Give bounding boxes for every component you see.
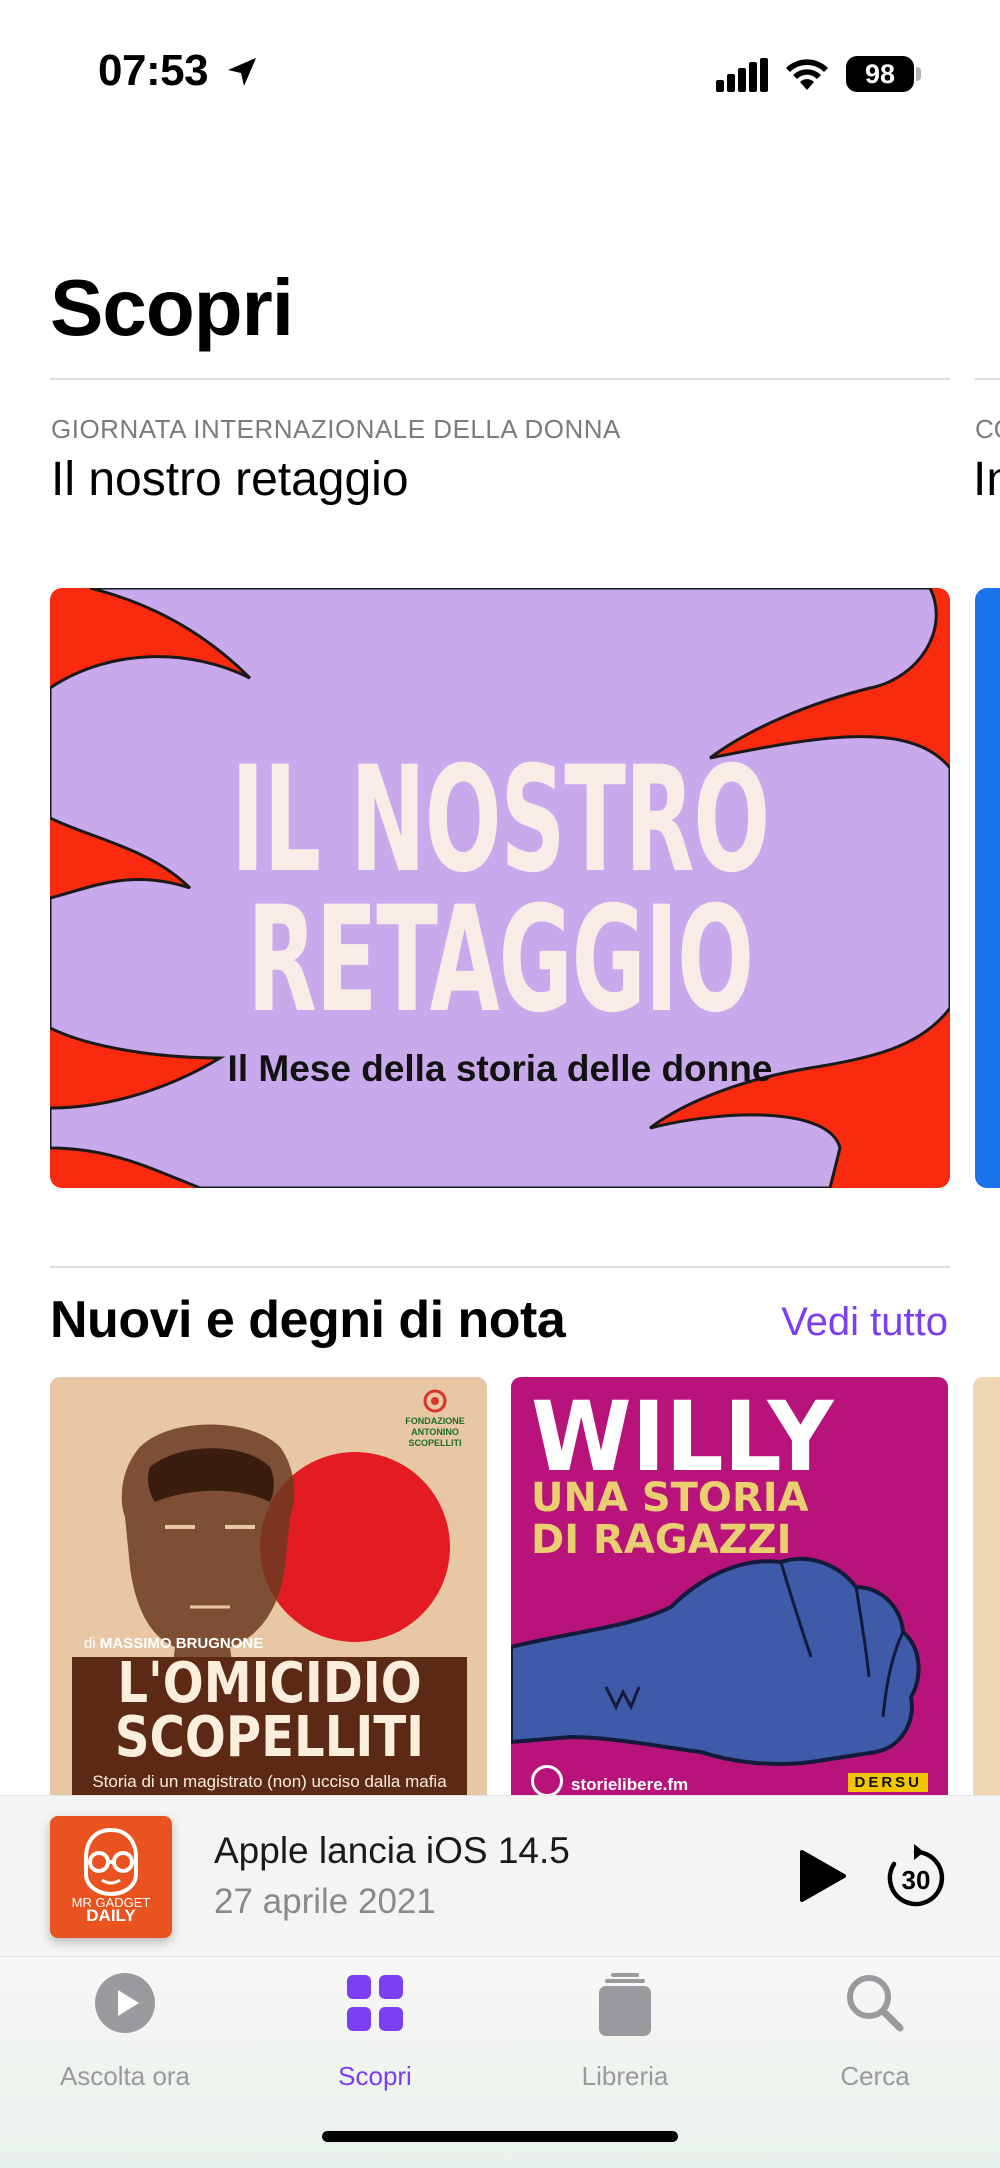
card-footer: storielibere.fm [571,1775,689,1794]
podcast-card-peek[interactable] [973,1377,1000,1797]
play-button[interactable] [796,1848,848,1904]
foundation-logo-line2: ANTONINO [411,1427,459,1437]
title-divider-peek [975,378,1000,380]
skip-forward-30-button[interactable]: 30 [884,1842,948,1908]
mini-player[interactable]: MR GADGET DAILY Apple lancia iOS 14.5 27… [0,1795,1000,1957]
card-title: L'OMICIDIO SCOPELLITI [100,1651,440,1770]
featured-banner[interactable]: IL NOSTRO RETAGGIO Il Mese della storia … [50,588,950,1188]
battery-indicator: 98 [846,56,914,92]
mr-gadget-face-icon [84,1827,138,1897]
card-subtitle: Storia di un magistrato (non) ucciso dal… [92,1772,447,1791]
next-featured-banner[interactable] [975,588,1000,1188]
foundation-logo-line1: FONDAZIONE [405,1416,465,1426]
section-divider [50,1266,950,1268]
banner-headline: IL NOSTRO RETAGGIO [221,735,779,1045]
page-title: Scopri [50,263,294,352]
next-featured-eyebrow: CO [975,414,1000,444]
tab-label: Scopri [338,2061,412,2091]
status-bar: 07:53 98 [0,0,1000,150]
tab-library[interactable]: Libreria [500,1957,750,2097]
storielibere-logo-icon [531,1765,563,1797]
card-title-line1: L'OMICIDIO [117,1651,422,1716]
tab-label: Ascolta ora [59,2061,191,2091]
now-playing-art-line2: DAILY [86,1906,136,1925]
card-brand: DERSU [848,1773,928,1792]
banner-headline-line2: RETAGGIO [247,875,754,1045]
featured-title[interactable]: Il nostro retaggio [51,452,409,507]
tab-label: Libreria [581,2061,669,2091]
foundation-logo: FONDAZIONE ANTONINO SCOPELLITI [400,1389,470,1449]
now-playing-artwork: MR GADGET DAILY [50,1816,172,1938]
now-playing-art-text: MR GADGET DAILY [50,1896,172,1925]
section-title: Nuovi e degni di nota [50,1291,566,1349]
now-playing-date: 27 aprile 2021 [214,1882,436,1921]
raised-fist-illustration [511,1556,921,1766]
tab-label: Cerca [840,2061,910,2091]
title-divider [50,378,950,380]
podcast-card-omicidio-scopelliti[interactable]: FONDAZIONE ANTONINO SCOPELLITI di MASSIM… [50,1377,487,1797]
card-author: di MASSIMO BRUGNONE [84,1635,263,1652]
card-author-prefix: di [84,1635,96,1652]
wifi-icon [786,59,828,90]
tab-search[interactable]: Cerca [750,1957,1000,2097]
banner-headline-line1: IL NOSTRO [230,735,770,905]
skip-seconds-label: 30 [902,1865,931,1895]
battery-cap [916,67,921,81]
foundation-logo-line3: SCOPELLITI [408,1438,462,1448]
banner-subtitle: Il Mese della storia delle donne [227,1048,773,1089]
card-title: WILLY [531,1381,834,1493]
featured-eyebrow: GIORNATA INTERNAZIONALE DELLA DONNA [51,414,621,444]
foundation-logo-icon [423,1389,447,1413]
location-arrow-icon [228,58,256,86]
tab-listen-now[interactable]: Ascolta ora [0,1957,250,2097]
tab-discover[interactable]: Scopri [250,1957,500,2097]
search-icon [847,1975,904,2032]
now-playing-title: Apple lancia iOS 14.5 [214,1830,570,1871]
next-featured-title[interactable]: In [973,452,1000,507]
home-indicator[interactable] [322,2131,678,2142]
library-stack-icon [599,1973,651,2036]
play-circle-icon [95,1973,155,2033]
podcast-card-willy[interactable]: WILLY UNA STORIA DI RAGAZZI storielibere… [511,1377,948,1797]
grid-icon [347,1975,403,2031]
cellular-signal-icon [716,58,768,92]
see-all-link[interactable]: Vedi tutto [781,1300,948,1345]
card-title-line2: SCOPELLITI [114,1705,425,1770]
status-time: 07:53 [98,46,209,95]
card-author-name: MASSIMO BRUGNONE [99,1635,264,1652]
card-subtitle-line1: UNA STORIA [531,1475,809,1521]
